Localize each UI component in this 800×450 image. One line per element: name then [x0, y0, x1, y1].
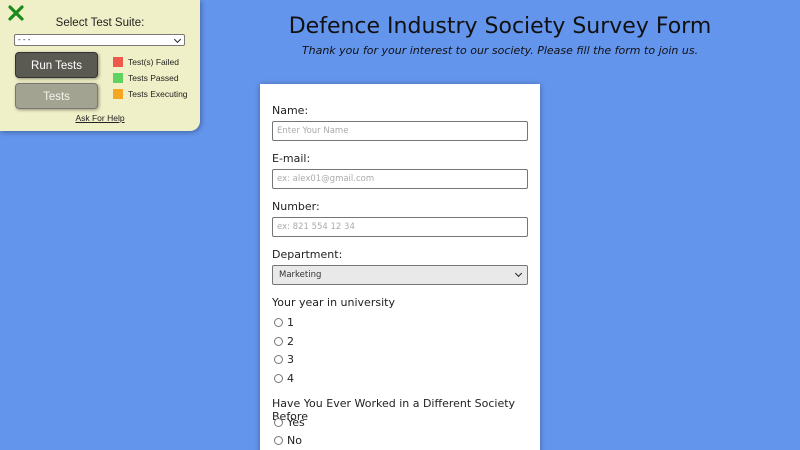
worked-question: Have You Ever Worked in a Different Soci…: [272, 397, 516, 423]
number-placeholder: ex: 821 554 12 34: [277, 222, 355, 232]
year-option-label: 2: [287, 335, 294, 348]
worked-option-label: Yes: [287, 416, 305, 429]
chevron-down-icon: [514, 269, 523, 278]
ask-for-help-link[interactable]: Ask For Help: [0, 113, 200, 123]
worked-option-label: No: [287, 434, 302, 447]
radio-button[interactable]: [274, 436, 283, 445]
test-suite-panel: Select Test Suite: - - - Run Tests Tests…: [0, 0, 200, 131]
year-option-label: 4: [287, 372, 294, 385]
department-select[interactable]: Marketing: [272, 265, 528, 285]
page-title: Defence Industry Society Survey Form: [288, 14, 712, 39]
radio-button[interactable]: [274, 355, 283, 364]
radio-button[interactable]: [274, 318, 283, 327]
email-label: E-mail:: [272, 152, 311, 165]
legend-passed-swatch: [113, 73, 123, 83]
department-label: Department:: [272, 248, 343, 261]
survey-form: Name: Enter Your Name E-mail: ex: alex01…: [260, 84, 540, 450]
page-subtitle: Thank you for your interest to our socie…: [301, 44, 699, 57]
name-label: Name:: [272, 104, 309, 117]
legend-failed-label: Test(s) Failed: [128, 57, 180, 67]
year-option-label: 3: [287, 353, 294, 366]
year-question: Your year in university: [272, 296, 395, 309]
name-input[interactable]: Enter Your Name: [272, 121, 528, 141]
test-suite-select[interactable]: - - -: [14, 34, 185, 46]
year-option-label: 1: [287, 316, 294, 329]
email-input[interactable]: ex: alex01@gmail.com: [272, 169, 528, 189]
select-test-suite-label: Select Test Suite:: [55, 17, 145, 29]
radio-button[interactable]: [274, 374, 283, 383]
legend-executing-swatch: [113, 89, 123, 99]
radio-button[interactable]: [274, 418, 283, 427]
test-suite-select-value: - - -: [18, 35, 31, 44]
legend-executing-label: Tests Executing: [128, 89, 188, 99]
number-input[interactable]: ex: 821 554 12 34: [272, 217, 528, 237]
legend-passed-label: Tests Passed: [128, 73, 179, 83]
run-tests-button[interactable]: Run Tests: [15, 52, 98, 78]
tests-button[interactable]: Tests: [15, 83, 98, 109]
number-label: Number:: [272, 200, 320, 213]
legend-failed-swatch: [113, 57, 123, 67]
radio-button[interactable]: [274, 337, 283, 346]
name-placeholder: Enter Your Name: [277, 126, 349, 136]
department-value: Marketing: [279, 270, 322, 280]
email-placeholder: ex: alex01@gmail.com: [277, 174, 375, 184]
